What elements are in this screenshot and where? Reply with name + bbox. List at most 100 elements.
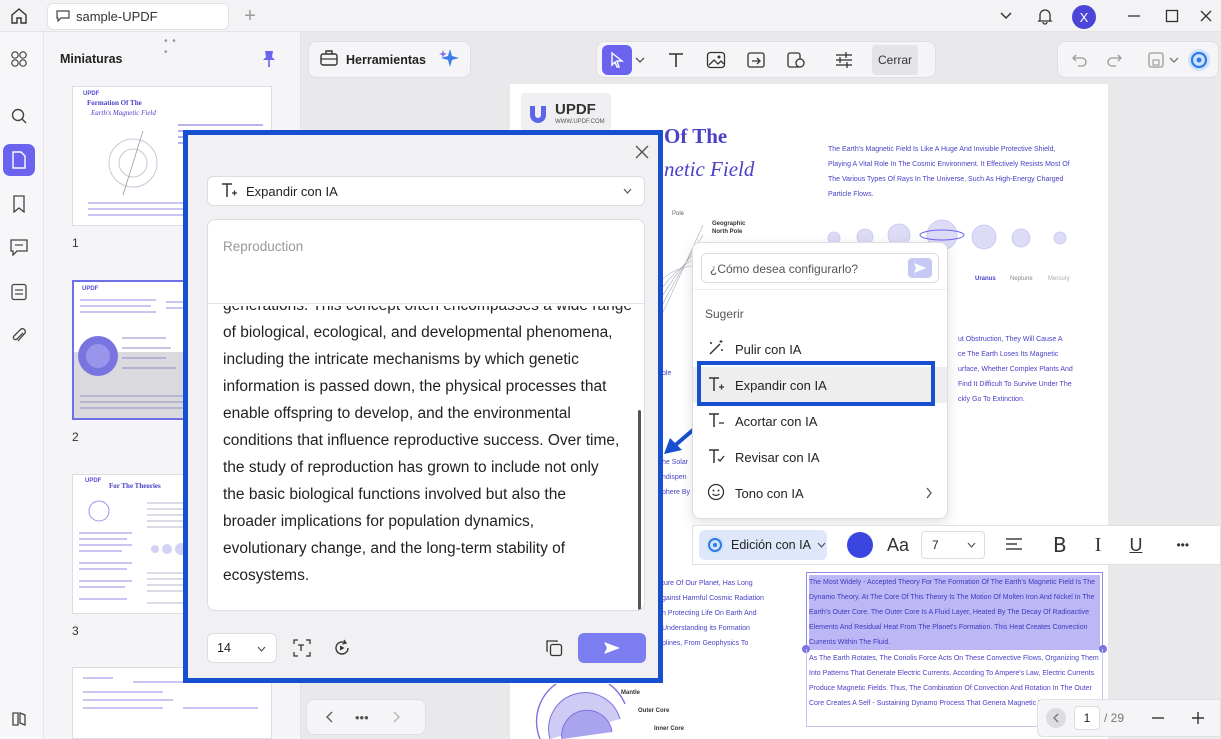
panel-resize-handle[interactable]: • • •	[164, 36, 184, 58]
select-cursor-icon[interactable]	[602, 44, 632, 75]
bold-icon[interactable]: B	[1053, 533, 1067, 557]
menu-item-shorten[interactable]: Acortar con IA	[693, 403, 947, 439]
tools-label[interactable]: Herramientas	[346, 53, 426, 67]
chevron-right-icon[interactable]	[389, 710, 405, 724]
chevron-down-icon[interactable]	[634, 56, 646, 64]
close-icon[interactable]	[632, 142, 652, 162]
ai-assistant-icon[interactable]	[1186, 47, 1212, 73]
zoom-in-icon[interactable]	[1190, 711, 1206, 725]
thumbnail-label: 3	[72, 624, 79, 638]
attachment-icon[interactable]	[8, 325, 30, 347]
home-icon[interactable]	[8, 6, 30, 26]
search-icon[interactable]	[8, 105, 30, 127]
ai-prompt-placeholder: ¿Cómo desea configurarlo?	[710, 262, 859, 276]
text-color-swatch[interactable]	[847, 532, 873, 558]
smiley-icon	[707, 483, 725, 504]
form-icon[interactable]	[8, 281, 30, 303]
apps-grid-icon[interactable]	[8, 48, 30, 70]
underline-icon[interactable]: U	[1129, 535, 1142, 556]
updf-logo: UPDF WWW.UPDF.COM	[521, 93, 611, 131]
diagram-label: Inner Core	[654, 726, 685, 732]
page-number-input[interactable]: 1	[1074, 706, 1100, 730]
pagination-bar: 1 / 29	[1037, 699, 1221, 737]
doc-mid-text: ut Obstruction, They Will Cause A ce The…	[958, 336, 1073, 403]
chevron-right-icon	[925, 487, 933, 502]
magic-wand-icon	[707, 339, 725, 360]
bookmark-icon[interactable]	[8, 193, 30, 215]
pin-icon[interactable]	[260, 50, 278, 68]
text-tool-icon[interactable]	[664, 51, 688, 69]
copy-icon[interactable]	[543, 637, 565, 659]
scrollbar[interactable]	[638, 410, 641, 610]
diagram-label: Mantle	[621, 690, 641, 696]
redo-icon[interactable]	[1102, 52, 1126, 68]
doc-title: Of The	[664, 124, 728, 148]
toolbox-icon	[319, 49, 339, 70]
ai-sparkle-icon[interactable]	[438, 47, 460, 72]
ai-edit-button[interactable]: Edición con IA	[699, 530, 827, 560]
doc-intro: The Earth's Magnetic Field Is Like A Hug…	[828, 146, 1070, 198]
regenerate-icon[interactable]	[331, 637, 353, 659]
translate-icon[interactable]	[291, 637, 313, 659]
page-total: / 29	[1104, 711, 1125, 725]
pole-label: Pole	[672, 211, 685, 217]
earth-layers-diagram	[535, 684, 626, 739]
edit-toolbar: Cerrar	[596, 41, 936, 78]
image-tool-icon[interactable]	[704, 51, 728, 69]
doc-subtitle: netic Field	[664, 157, 755, 181]
maximize-icon[interactable]	[1162, 6, 1182, 26]
more-icon[interactable]: •••	[1176, 538, 1189, 552]
ai-mode-dropdown[interactable]: Expandir con IA	[207, 176, 645, 206]
ai-output-area[interactable]: generations. This concept often encompas…	[223, 306, 633, 606]
undo-icon[interactable]	[1068, 52, 1092, 68]
font-family-icon[interactable]: Aa	[887, 535, 909, 556]
selected-text: The Most Widely - Accepted Theory For Th…	[809, 575, 1100, 650]
align-icon[interactable]	[1005, 536, 1023, 555]
tab-title: sample-UPDF	[76, 9, 158, 24]
chevron-left-icon[interactable]	[321, 710, 337, 724]
prev-page-icon[interactable]	[1046, 708, 1066, 728]
menu-item-review[interactable]: Revisar con IA	[693, 439, 947, 475]
planet-label: Mercury	[1048, 276, 1070, 282]
page-nav-left: •••	[306, 699, 426, 735]
font-size-select[interactable]: 7	[921, 531, 986, 559]
menu-item-tone[interactable]: Tono con IA	[693, 475, 947, 511]
properties-sliders-icon[interactable]	[832, 51, 856, 69]
send-icon[interactable]	[908, 258, 932, 278]
close-edit-button[interactable]: Cerrar	[872, 44, 918, 75]
document-tab[interactable]: sample-UPDF	[47, 3, 229, 30]
chevron-down-icon[interactable]	[1168, 56, 1180, 64]
chevron-down-icon	[817, 542, 826, 548]
layers-icon[interactable]	[8, 708, 30, 730]
doc-snippet: ole	[662, 370, 672, 377]
chevron-down-icon[interactable]	[996, 6, 1016, 26]
zoom-out-icon[interactable]	[1150, 711, 1166, 725]
italic-icon[interactable]: I	[1095, 534, 1102, 557]
planet-label: Uranus	[975, 276, 996, 282]
prompt-text: Reproduction	[223, 239, 304, 254]
close-window-icon[interactable]	[1196, 6, 1216, 26]
text-check-icon	[707, 447, 725, 468]
text-expand-icon	[220, 181, 238, 202]
text-selection-box[interactable]: The Most Widely - Accepted Theory For Th…	[806, 572, 1103, 650]
geo-pole-label: Geographic North Pole	[712, 221, 746, 235]
save-icon[interactable]	[1144, 51, 1168, 69]
minimize-icon[interactable]	[1124, 6, 1144, 26]
chevron-down-icon	[623, 188, 632, 194]
thumbnails-icon[interactable]	[3, 144, 35, 176]
output-text: of biological, ecological, and developme…	[223, 324, 620, 584]
thumbnail-label: 2	[72, 430, 79, 444]
ai-prompt-input[interactable]: ¿Cómo desea configurarlo?	[701, 253, 939, 283]
more-icon[interactable]: •••	[355, 710, 369, 725]
highlight-box	[697, 361, 935, 406]
watermark-tool-icon[interactable]	[784, 51, 808, 69]
link-tool-icon[interactable]	[744, 51, 768, 69]
avatar[interactable]: X	[1072, 5, 1096, 29]
output-font-size-select[interactable]: 14	[207, 633, 277, 663]
bell-icon[interactable]	[1034, 5, 1056, 27]
section-label: Sugerir	[705, 307, 744, 321]
diagram-label: Outer Core	[638, 708, 670, 714]
comments-icon[interactable]	[8, 236, 30, 258]
new-tab-icon[interactable]: +	[240, 5, 260, 27]
send-button[interactable]	[578, 633, 646, 663]
